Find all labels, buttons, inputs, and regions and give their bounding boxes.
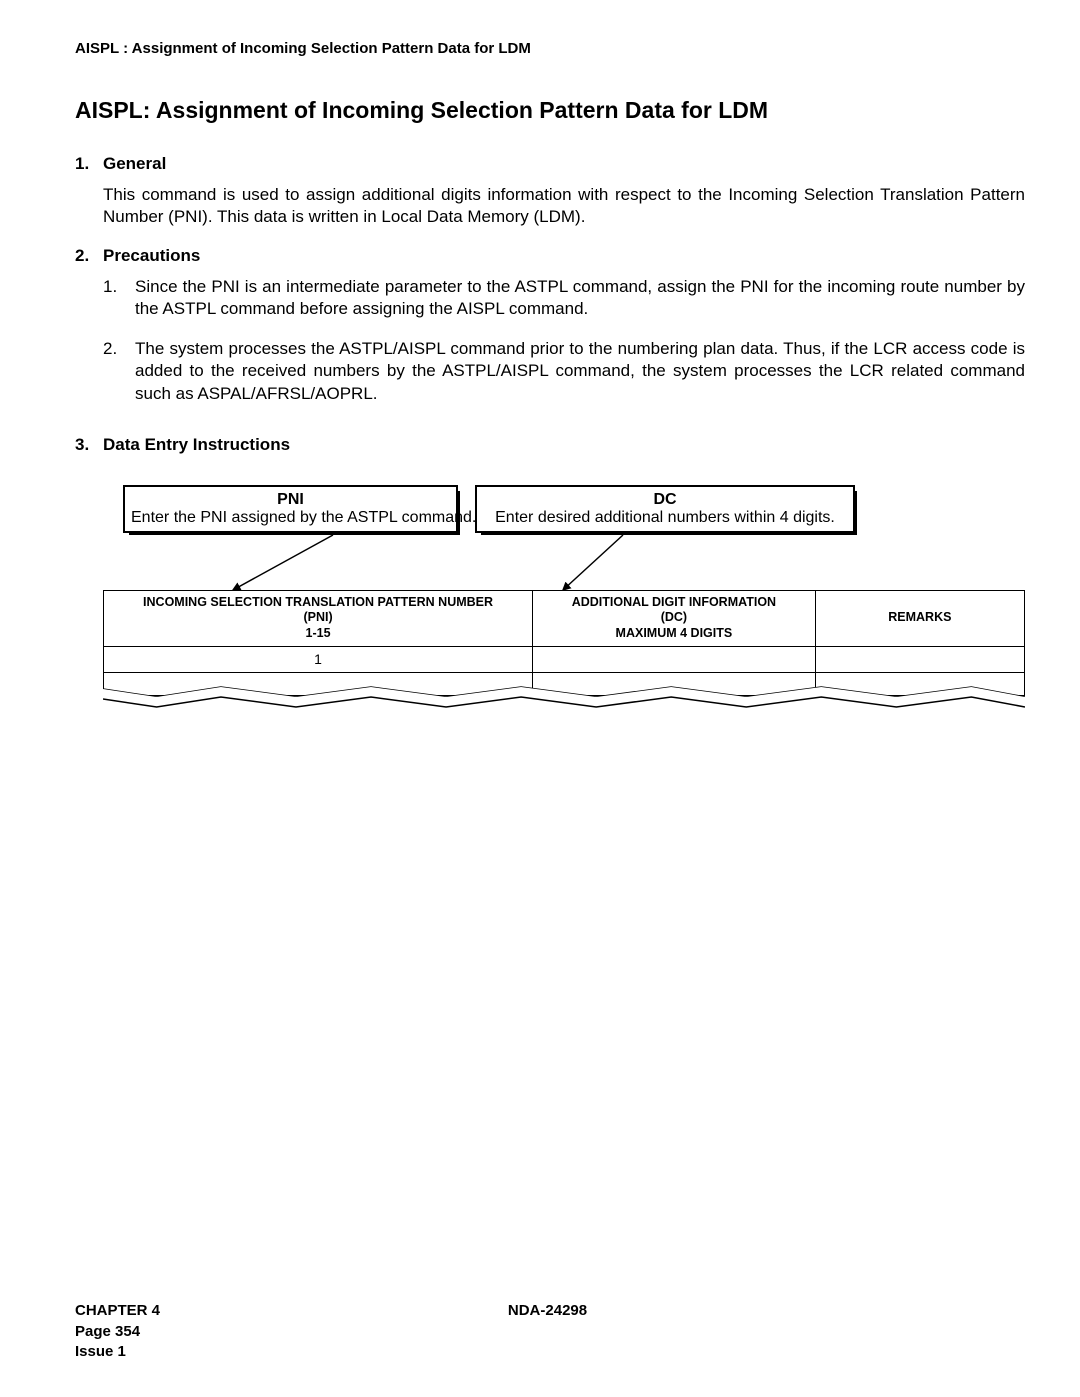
section-label: Precautions xyxy=(103,246,200,266)
diagram: PNI Enter the PNI assigned by the ASTPL … xyxy=(103,485,1025,745)
page-title: AISPL: Assignment of Incoming Selection … xyxy=(75,97,1025,124)
document-page: AISPL : Assignment of Incoming Selection… xyxy=(0,0,1080,1397)
footer-doc: NDA-24298 xyxy=(508,1301,587,1321)
callout-sub: Enter the PNI assigned by the ASTPL comm… xyxy=(131,509,450,527)
header-dc: ADDITIONAL DIGIT INFORMATION (DC) MAXIMU… xyxy=(533,590,816,646)
torn-edge xyxy=(103,683,1025,709)
cell-dc xyxy=(533,646,816,673)
table-header-row: INCOMING SELECTION TRANSLATION PATTERN N… xyxy=(104,590,1025,646)
list-body: The system processes the ASTPL/AISPL com… xyxy=(135,338,1025,404)
footer-issue: Issue 1 xyxy=(75,1342,160,1362)
precaution-item: 1. Since the PNI is an intermediate para… xyxy=(103,276,1025,320)
section-label: General xyxy=(103,154,166,174)
footer-page: Page 354 xyxy=(75,1322,160,1342)
list-num: 2. xyxy=(103,338,135,404)
section-num: 1. xyxy=(75,154,103,174)
section-general-body: This command is used to assign additiona… xyxy=(103,184,1025,228)
data-table: INCOMING SELECTION TRANSLATION PATTERN N… xyxy=(103,590,1025,696)
callout-title: PNI xyxy=(131,491,450,509)
list-body: Since the PNI is an intermediate paramet… xyxy=(135,276,1025,320)
cell-pni: 1 xyxy=(104,646,533,673)
table-row: 1 xyxy=(104,646,1025,673)
precaution-item: 2. The system processes the ASTPL/AISPL … xyxy=(103,338,1025,404)
page-header: AISPL : Assignment of Incoming Selection… xyxy=(75,40,1025,57)
section-general-head: 1. General xyxy=(75,154,1025,174)
callout-pni: PNI Enter the PNI assigned by the ASTPL … xyxy=(123,485,458,533)
section-num: 2. xyxy=(75,246,103,266)
callout-sub: Enter desired additional numbers within … xyxy=(483,509,847,527)
section-num: 3. xyxy=(75,435,103,455)
cell-remarks xyxy=(815,646,1024,673)
section-label: Data Entry Instructions xyxy=(103,435,290,455)
section-precautions-head: 2. Precautions xyxy=(75,246,1025,266)
footer-chapter: CHAPTER 4 xyxy=(75,1301,160,1321)
callout-title: DC xyxy=(483,491,847,509)
section-data-entry-head: 3. Data Entry Instructions xyxy=(75,435,1025,455)
callout-dc: DC Enter desired additional numbers with… xyxy=(475,485,855,533)
page-footer: CHAPTER 4 Page 354 Issue 1 NDA-24298 xyxy=(75,1301,1020,1362)
list-num: 1. xyxy=(103,276,135,320)
header-pni: INCOMING SELECTION TRANSLATION PATTERN N… xyxy=(104,590,533,646)
header-remarks: REMARKS xyxy=(815,590,1024,646)
footer-left: CHAPTER 4 Page 354 Issue 1 xyxy=(75,1301,160,1362)
